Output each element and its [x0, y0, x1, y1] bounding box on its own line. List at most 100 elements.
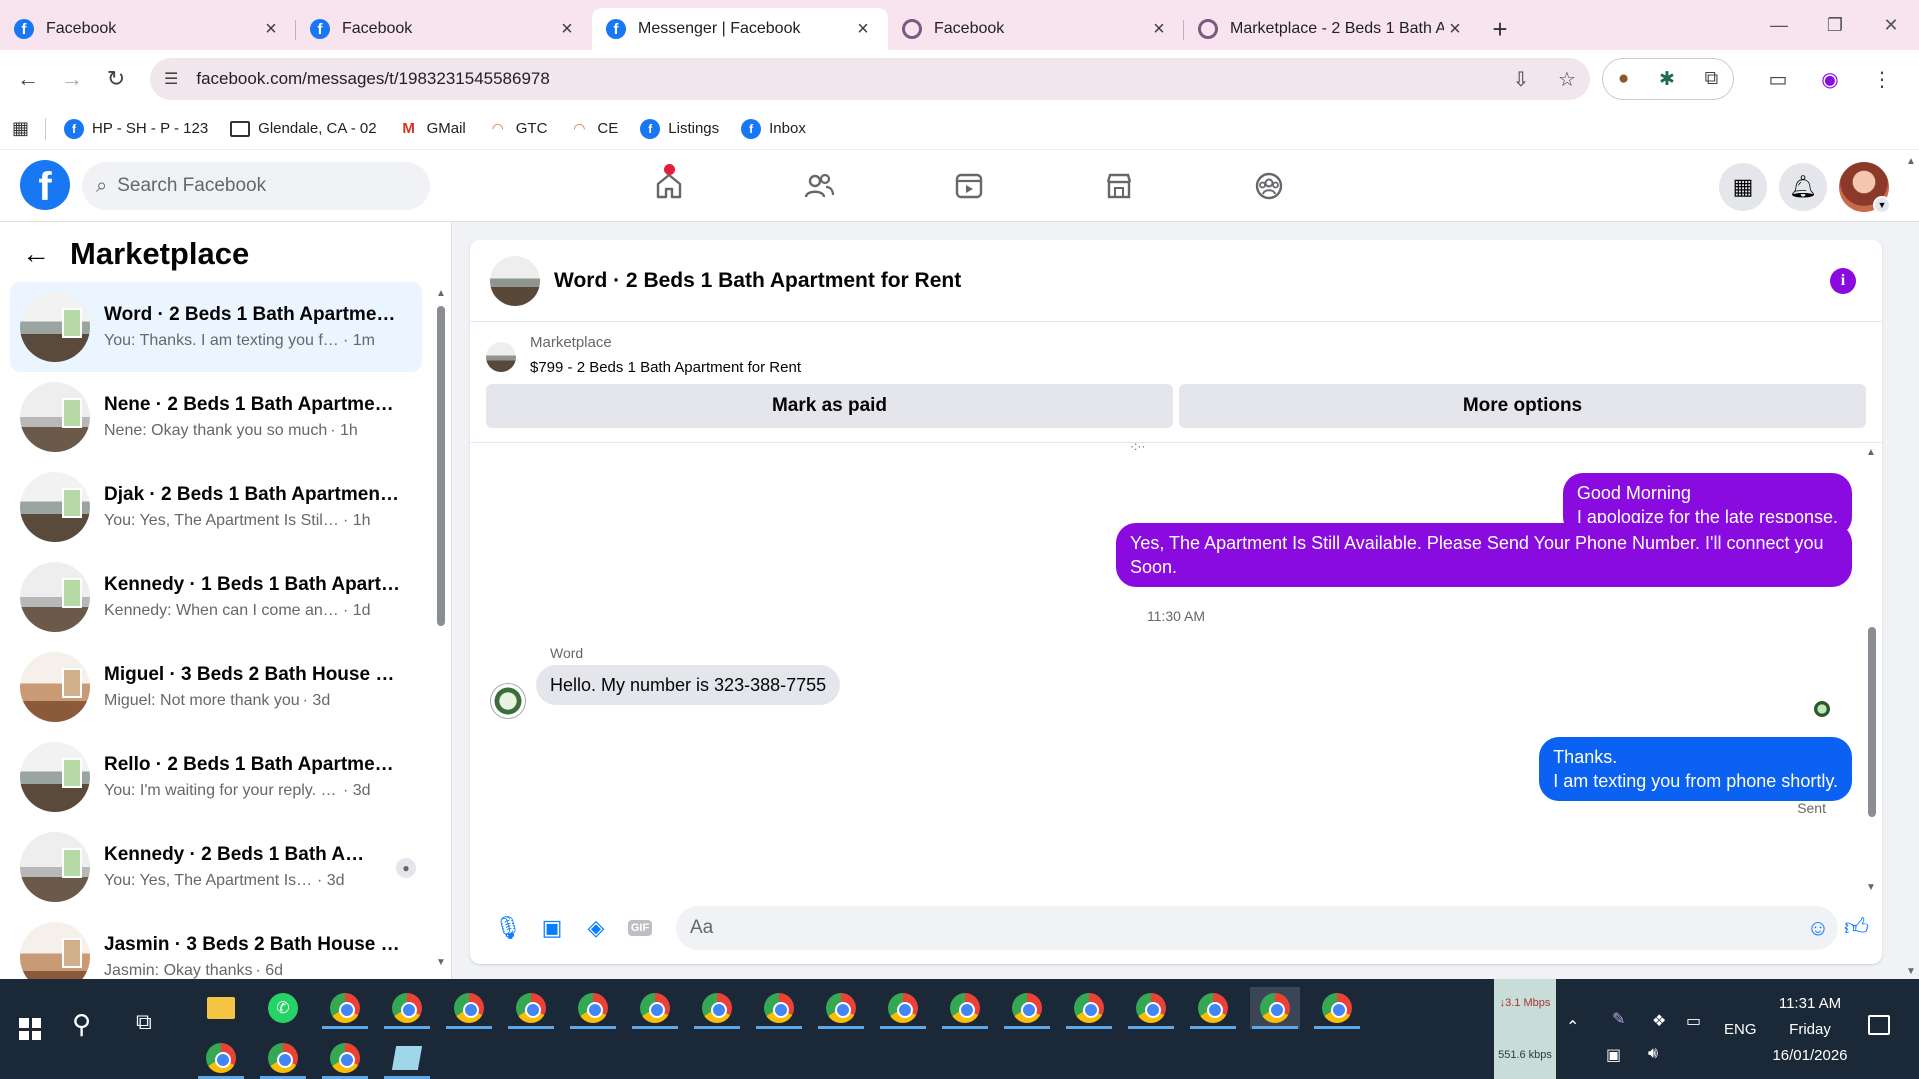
list-item[interactable]: Kennedy · 2 Beds 1 Bath Apartment for Re…	[10, 822, 422, 912]
outgoing-message[interactable]: Yes, The Apartment Is Still Available. P…	[1116, 523, 1852, 587]
bookmark-ce[interactable]: ◠ CE	[569, 119, 618, 139]
message-input[interactable]	[690, 917, 1798, 939]
volume-icon[interactable]: 🔊︎	[1648, 1045, 1658, 1063]
chevron-up-icon[interactable]: ⌃	[1566, 1017, 1579, 1037]
install-app-icon[interactable]: ⇩	[1498, 67, 1544, 92]
facebook-logo-icon[interactable]: f	[20, 160, 70, 210]
scroll-up-icon[interactable]: ▲	[1866, 447, 1876, 458]
bookmark-gmail[interactable]: M GMail	[399, 119, 465, 139]
close-tab-icon[interactable]: ×	[556, 18, 578, 41]
scroll-down-icon[interactable]: ▼	[436, 957, 446, 968]
info-icon[interactable]: i	[1830, 268, 1856, 294]
thread-scrollbar[interactable]: ▲ ▼	[1866, 447, 1878, 893]
notification-center-icon[interactable]	[1868, 1015, 1890, 1035]
list-item[interactable]: Miguel · 3 Beds 2 Bath House for Rent Mi…	[10, 642, 422, 732]
close-tab-icon[interactable]: ×	[260, 18, 282, 41]
message-input-box[interactable]: ☺	[676, 906, 1838, 950]
outgoing-message[interactable]: Thanks. I am texting you from phone shor…	[1539, 737, 1852, 801]
microphone-icon[interactable]: 🎙︎	[486, 906, 530, 950]
gif-icon[interactable]: GIF	[618, 906, 662, 950]
list-item[interactable]: Jasmin · 3 Beds 2 Bath House for Rent Ja…	[10, 912, 422, 979]
chrome-icon[interactable]	[1126, 987, 1176, 1029]
incoming-message[interactable]: Hello. My number is 323-388-7755	[536, 665, 841, 705]
sticker-icon[interactable]: ◈	[574, 906, 618, 950]
menu-grid-button[interactable]: ▦	[1719, 163, 1767, 211]
notifications-button[interactable]: 🔔︎	[1779, 163, 1827, 211]
list-item[interactable]: Rello · 2 Beds 1 Bath Apartment for Rent…	[10, 732, 422, 822]
cookie-extension-icon[interactable]: ●	[1618, 68, 1629, 90]
facebook-search[interactable]: ⌕	[82, 162, 430, 210]
chrome-icon[interactable]	[940, 987, 990, 1029]
page-scrollbar[interactable]: ▲ ▼	[1906, 150, 1919, 979]
url-text[interactable]: facebook.com/messages/t/1983231545586978	[196, 69, 1498, 89]
system-clock[interactable]: 11:31 AM Friday 16/01/2026	[1760, 991, 1860, 1069]
bookmark-star-icon[interactable]: ☆	[1544, 67, 1590, 92]
battery-icon[interactable]: ▭	[1686, 1011, 1701, 1031]
chrome-icon[interactable]	[382, 987, 432, 1029]
scroll-up-icon[interactable]: ▲	[1906, 156, 1916, 167]
search-icon[interactable]: ⚲	[72, 1009, 91, 1040]
media-control-icon[interactable]: ▭	[1752, 67, 1804, 92]
back-arrow-icon[interactable]: ←	[22, 238, 50, 270]
new-tab-button[interactable]: +	[1480, 8, 1520, 50]
bookmark-gtc[interactable]: ◠ GTC	[488, 119, 547, 139]
chrome-icon[interactable]	[258, 1037, 308, 1079]
list-item[interactable]: Word · 2 Beds 1 Bath Apartment for Rent …	[10, 282, 422, 372]
menu-kebab-icon[interactable]: ⋮	[1856, 67, 1908, 92]
network-icon[interactable]: ▣	[1606, 1045, 1621, 1065]
profile-icon[interactable]: ◉	[1804, 67, 1856, 92]
nav-home[interactable]	[594, 150, 744, 222]
chrome-icon[interactable]	[196, 1037, 246, 1079]
restore-icon[interactable]: ❐	[1807, 0, 1863, 50]
scroll-thumb[interactable]	[1868, 627, 1876, 817]
chrome-icon[interactable]	[506, 987, 556, 1029]
file-explorer-icon[interactable]	[196, 987, 246, 1029]
search-input[interactable]	[117, 175, 398, 197]
list-item[interactable]: Djak · 2 Beds 1 Bath Apartment for Rent …	[10, 462, 422, 552]
chrome-icon[interactable]	[1250, 987, 1300, 1029]
close-tab-icon[interactable]: ×	[852, 18, 874, 41]
tab-facebook-3[interactable]: m Facebook ×	[888, 8, 1184, 50]
chrome-icon[interactable]	[320, 987, 370, 1029]
apps-grid-icon[interactable]: ▦	[12, 118, 29, 139]
chat-title[interactable]: Word · 2 Beds 1 Bath Apartment for Rent	[554, 269, 961, 293]
forward-arrow-icon[interactable]: →	[50, 57, 94, 101]
whatsapp-icon[interactable]: ✆	[258, 987, 308, 1029]
scroll-up-icon[interactable]: ▲	[436, 288, 446, 299]
list-item[interactable]: Kennedy · 1 Beds 1 Bath Apartment for Re…	[10, 552, 422, 642]
windows-start-icon[interactable]	[12, 1011, 48, 1047]
back-arrow-icon[interactable]: ←	[6, 57, 50, 101]
chrome-icon[interactable]	[320, 1037, 370, 1079]
chrome-icon[interactable]	[1002, 987, 1052, 1029]
listing-banner[interactable]: Marketplace $799 - 2 Beds 1 Bath Apartme…	[486, 334, 801, 376]
nav-friends[interactable]	[744, 150, 894, 222]
chrome-icon[interactable]	[444, 987, 494, 1029]
sender-avatar[interactable]	[490, 683, 526, 719]
nav-groups[interactable]	[1194, 150, 1344, 222]
chrome-icon[interactable]	[1064, 987, 1114, 1029]
dropbox-icon[interactable]: ❖	[1652, 1011, 1666, 1031]
chrome-icon[interactable]	[568, 987, 618, 1029]
close-tab-icon[interactable]: ×	[1148, 18, 1170, 41]
chrome-icon[interactable]	[816, 987, 866, 1029]
task-view-icon[interactable]: ⧉	[136, 1009, 152, 1035]
language-indicator[interactable]: ENG	[1724, 1021, 1757, 1038]
chrome-icon[interactable]	[1312, 987, 1362, 1029]
scroll-thumb[interactable]	[437, 306, 445, 626]
minimize-icon[interactable]: —	[1751, 0, 1807, 50]
tab-messenger[interactable]: f Messenger | Facebook ×	[592, 8, 888, 50]
notepad-icon[interactable]	[382, 1037, 432, 1079]
tab-facebook-2[interactable]: f Facebook ×	[296, 8, 592, 50]
omnibox[interactable]: ☰ facebook.com/messages/t/19832315455869…	[150, 58, 1590, 100]
bookmark-hp[interactable]: f HP - SH - P - 123	[64, 118, 208, 139]
tab-marketplace[interactable]: m Marketplace - 2 Beds 1 Bath Ap ×	[1184, 8, 1480, 50]
nav-video[interactable]	[894, 150, 1044, 222]
close-tab-icon[interactable]: ×	[1444, 18, 1466, 41]
close-window-icon[interactable]: ✕	[1863, 0, 1919, 50]
more-options-button[interactable]: More options	[1179, 384, 1866, 428]
puzzle-extensions-icon[interactable]: ⧉	[1705, 68, 1719, 90]
bookmark-listings[interactable]: f Listings	[640, 118, 719, 139]
bookmark-inbox[interactable]: f Inbox	[741, 118, 806, 139]
nav-marketplace[interactable]	[1044, 150, 1194, 222]
bookmark-glendale[interactable]: Glendale, CA - 02	[230, 120, 377, 137]
